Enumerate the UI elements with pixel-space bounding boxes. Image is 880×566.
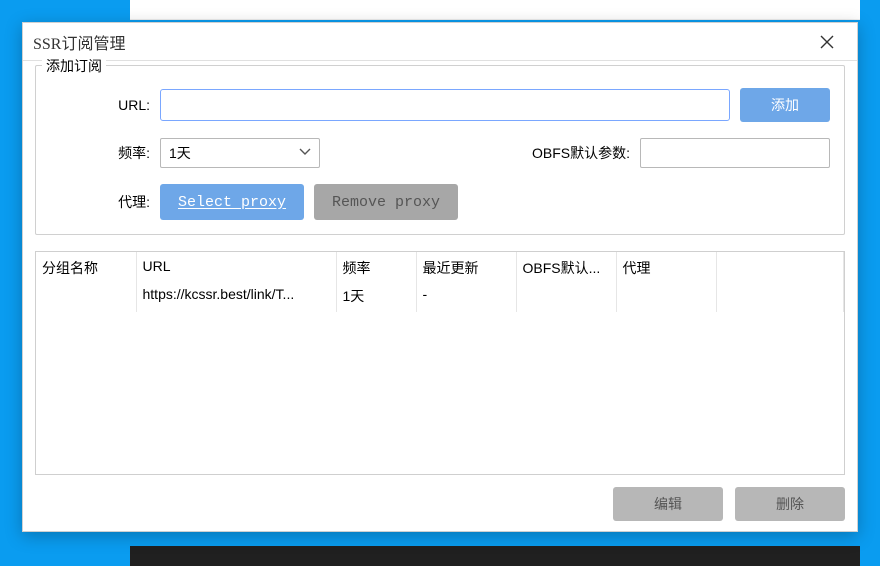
edit-button[interactable]: 编辑 <box>613 487 723 521</box>
obfs-label: OBFS默认参数: <box>532 143 630 163</box>
cell-freq: 1天 <box>336 284 416 312</box>
dialog-footer: 编辑 删除 <box>35 487 845 521</box>
th-url[interactable]: URL <box>136 252 336 284</box>
subscription-dialog: SSR订阅管理 添加订阅 URL: 添加 频率: 1天 <box>22 22 858 532</box>
frequency-select[interactable]: 1天 <box>160 138 320 168</box>
chevron-down-icon <box>299 147 311 159</box>
proxy-label: 代理: <box>50 192 150 212</box>
table-row[interactable]: https://kcssr.best/link/T... 1天 - <box>36 284 844 312</box>
delete-button[interactable]: 删除 <box>735 487 845 521</box>
th-obfs[interactable]: OBFS默认... <box>516 252 616 284</box>
group-legend: 添加订阅 <box>42 56 106 76</box>
add-subscription-group: 添加订阅 URL: 添加 频率: 1天 OBFS默认参数: <box>35 65 845 235</box>
background-window-bottom <box>130 546 860 566</box>
cell-group <box>36 284 136 312</box>
table-header-row: 分组名称 URL 频率 最近更新 OBFS默认... 代理 <box>36 252 844 284</box>
url-input[interactable] <box>160 89 730 121</box>
add-button[interactable]: 添加 <box>740 88 830 122</box>
select-proxy-button[interactable]: Select proxy <box>160 184 304 220</box>
cell-url: https://kcssr.best/link/T... <box>136 284 336 312</box>
background-window-top <box>130 0 860 20</box>
subscription-table[interactable]: 分组名称 URL 频率 最近更新 OBFS默认... 代理 https://kc… <box>35 251 845 475</box>
th-extra <box>716 252 844 284</box>
dialog-body: 添加订阅 URL: 添加 频率: 1天 OBFS默认参数: <box>23 61 857 531</box>
th-lastupdate[interactable]: 最近更新 <box>416 252 516 284</box>
th-proxy[interactable]: 代理 <box>616 252 716 284</box>
cell-proxy <box>616 284 716 312</box>
frequency-label: 频率: <box>50 143 150 163</box>
titlebar: SSR订阅管理 <box>23 23 857 61</box>
dialog-title: SSR订阅管理 <box>33 30 125 54</box>
cell-obfs <box>516 284 616 312</box>
obfs-input[interactable] <box>640 138 830 168</box>
frequency-value: 1天 <box>169 143 191 163</box>
url-label: URL: <box>50 97 150 113</box>
cell-lastupdate: - <box>416 284 516 312</box>
close-icon[interactable] <box>805 27 849 57</box>
th-group[interactable]: 分组名称 <box>36 252 136 284</box>
remove-proxy-button[interactable]: Remove proxy <box>314 184 458 220</box>
th-freq[interactable]: 频率 <box>336 252 416 284</box>
